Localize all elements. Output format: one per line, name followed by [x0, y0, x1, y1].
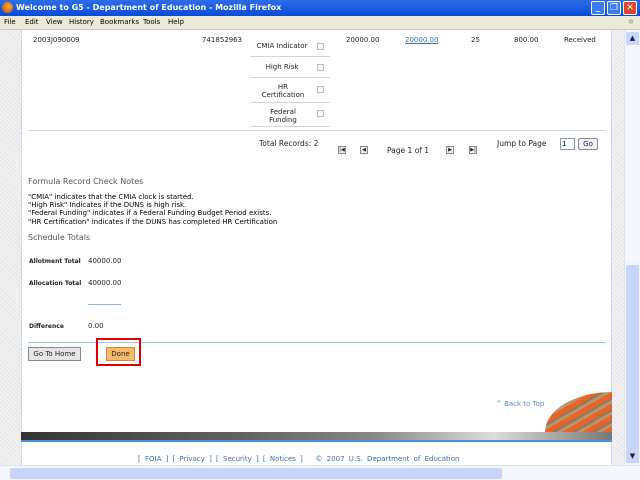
allotment-total-label: Allotment Total [29, 258, 81, 265]
footer-line [21, 440, 612, 442]
scroll-down-icon[interactable]: ▼ [626, 450, 639, 463]
menu-tools[interactable]: Tools [143, 18, 160, 26]
footer-band [21, 432, 612, 440]
window-title: Welcome to G5 - Department of Education … [16, 3, 282, 12]
divider [250, 126, 330, 127]
record-col3: 25 [471, 36, 480, 44]
privacy-link[interactable]: Privacy [180, 455, 205, 463]
divider [28, 130, 606, 131]
allocation-total-value: 40000.00 [88, 279, 122, 287]
maximize-button[interactable]: ❐ [607, 1, 621, 15]
record-status: Received [564, 36, 596, 44]
indicator-label: HR Certification [261, 83, 305, 99]
throbber-icon: ✲ [628, 18, 634, 26]
go-button[interactable]: Go [578, 138, 598, 150]
total-underline [88, 304, 121, 305]
left-margin [0, 30, 21, 465]
allocation-total-label: Allocation Total [29, 280, 82, 287]
scroll-thumb[interactable] [626, 265, 639, 450]
first-page-icon[interactable]: |◀ [338, 146, 346, 154]
foia-link[interactable]: FOIA [145, 455, 161, 463]
hr-certification-checkbox[interactable] [317, 86, 324, 93]
record-duns: 741852963 [202, 36, 243, 44]
notices-link[interactable]: Notices [270, 455, 296, 463]
scroll-thumb-horizontal[interactable] [10, 468, 502, 479]
note-line: "HR Certification" indicates if the DUNS… [28, 217, 278, 226]
page-indicator: Page 1 of 1 [387, 146, 430, 155]
indicator-label: CMIA Indicator [256, 42, 308, 50]
menu-bar: File Edit View History Bookmarks Tools H… [0, 16, 640, 30]
menu-file[interactable]: File [4, 18, 16, 26]
menu-help[interactable]: Help [168, 18, 184, 26]
federal-funding-checkbox[interactable] [317, 110, 324, 117]
footer: [ FOIA ] [ Privacy ] [ Security ] [ Noti… [138, 455, 460, 463]
notes-list: "CMIA" indicates that the CMIA clock is … [28, 193, 277, 226]
back-to-top-link[interactable]: ^ Back to Top [496, 400, 544, 408]
divider [250, 56, 330, 57]
difference-label: Difference [29, 323, 64, 330]
done-button[interactable]: Done [106, 347, 135, 361]
indicator-label: Federal Funding [269, 108, 297, 124]
menu-history[interactable]: History [69, 18, 94, 26]
copyright: © 2007 U.S. Department of Education [315, 455, 460, 463]
cmia-checkbox[interactable] [317, 43, 324, 50]
security-link[interactable]: Security [223, 455, 252, 463]
right-margin [612, 30, 624, 465]
note-line: "Federal Funding" indicates if a Federal… [28, 209, 272, 218]
divider [250, 102, 330, 103]
indicator-label: High Risk [265, 63, 299, 71]
menu-edit[interactable]: Edit [25, 18, 39, 26]
schedule-totals-heading: Schedule Totals [28, 233, 91, 242]
note-line: "High Risk" Indicates if the DUNS is hig… [28, 201, 187, 210]
window-title-bar: Welcome to G5 - Department of Education … [0, 0, 640, 16]
notes-heading: Formula Record Check Notes [28, 177, 144, 186]
record-allotment: 20000.00 [346, 36, 380, 44]
minimize-button[interactable]: _ [591, 1, 605, 15]
high-risk-checkbox[interactable] [317, 64, 324, 71]
divider [250, 77, 330, 78]
record-allocation-link[interactable]: 20000.00 [405, 36, 438, 44]
record-id: 2003J090009 [33, 36, 80, 44]
jump-page-input[interactable] [560, 138, 575, 150]
horizontal-scrollbar[interactable] [0, 465, 640, 480]
next-page-icon[interactable]: ▶ [446, 146, 454, 154]
allotment-total-value: 40000.00 [88, 257, 122, 265]
scroll-up-icon[interactable]: ▲ [626, 32, 639, 45]
menu-view[interactable]: View [46, 18, 63, 26]
last-page-icon[interactable]: ▶| [469, 146, 477, 154]
go-to-home-button[interactable]: Go To Home [28, 347, 81, 361]
record-col4: 800.00 [514, 36, 539, 44]
note-line: "CMIA" indicates that the CMIA clock is … [28, 193, 194, 201]
prev-page-icon[interactable]: ◀ [360, 146, 368, 154]
total-records: Total Records: 2 [259, 139, 319, 148]
close-button[interactable]: ✕ [623, 1, 637, 15]
menu-bookmarks[interactable]: Bookmarks [100, 18, 139, 26]
vertical-scrollbar[interactable]: ▲ ▼ [624, 30, 640, 465]
firefox-icon [2, 2, 13, 13]
difference-value: 0.00 [88, 322, 104, 330]
jump-to-page-label: Jump to Page [497, 139, 547, 148]
